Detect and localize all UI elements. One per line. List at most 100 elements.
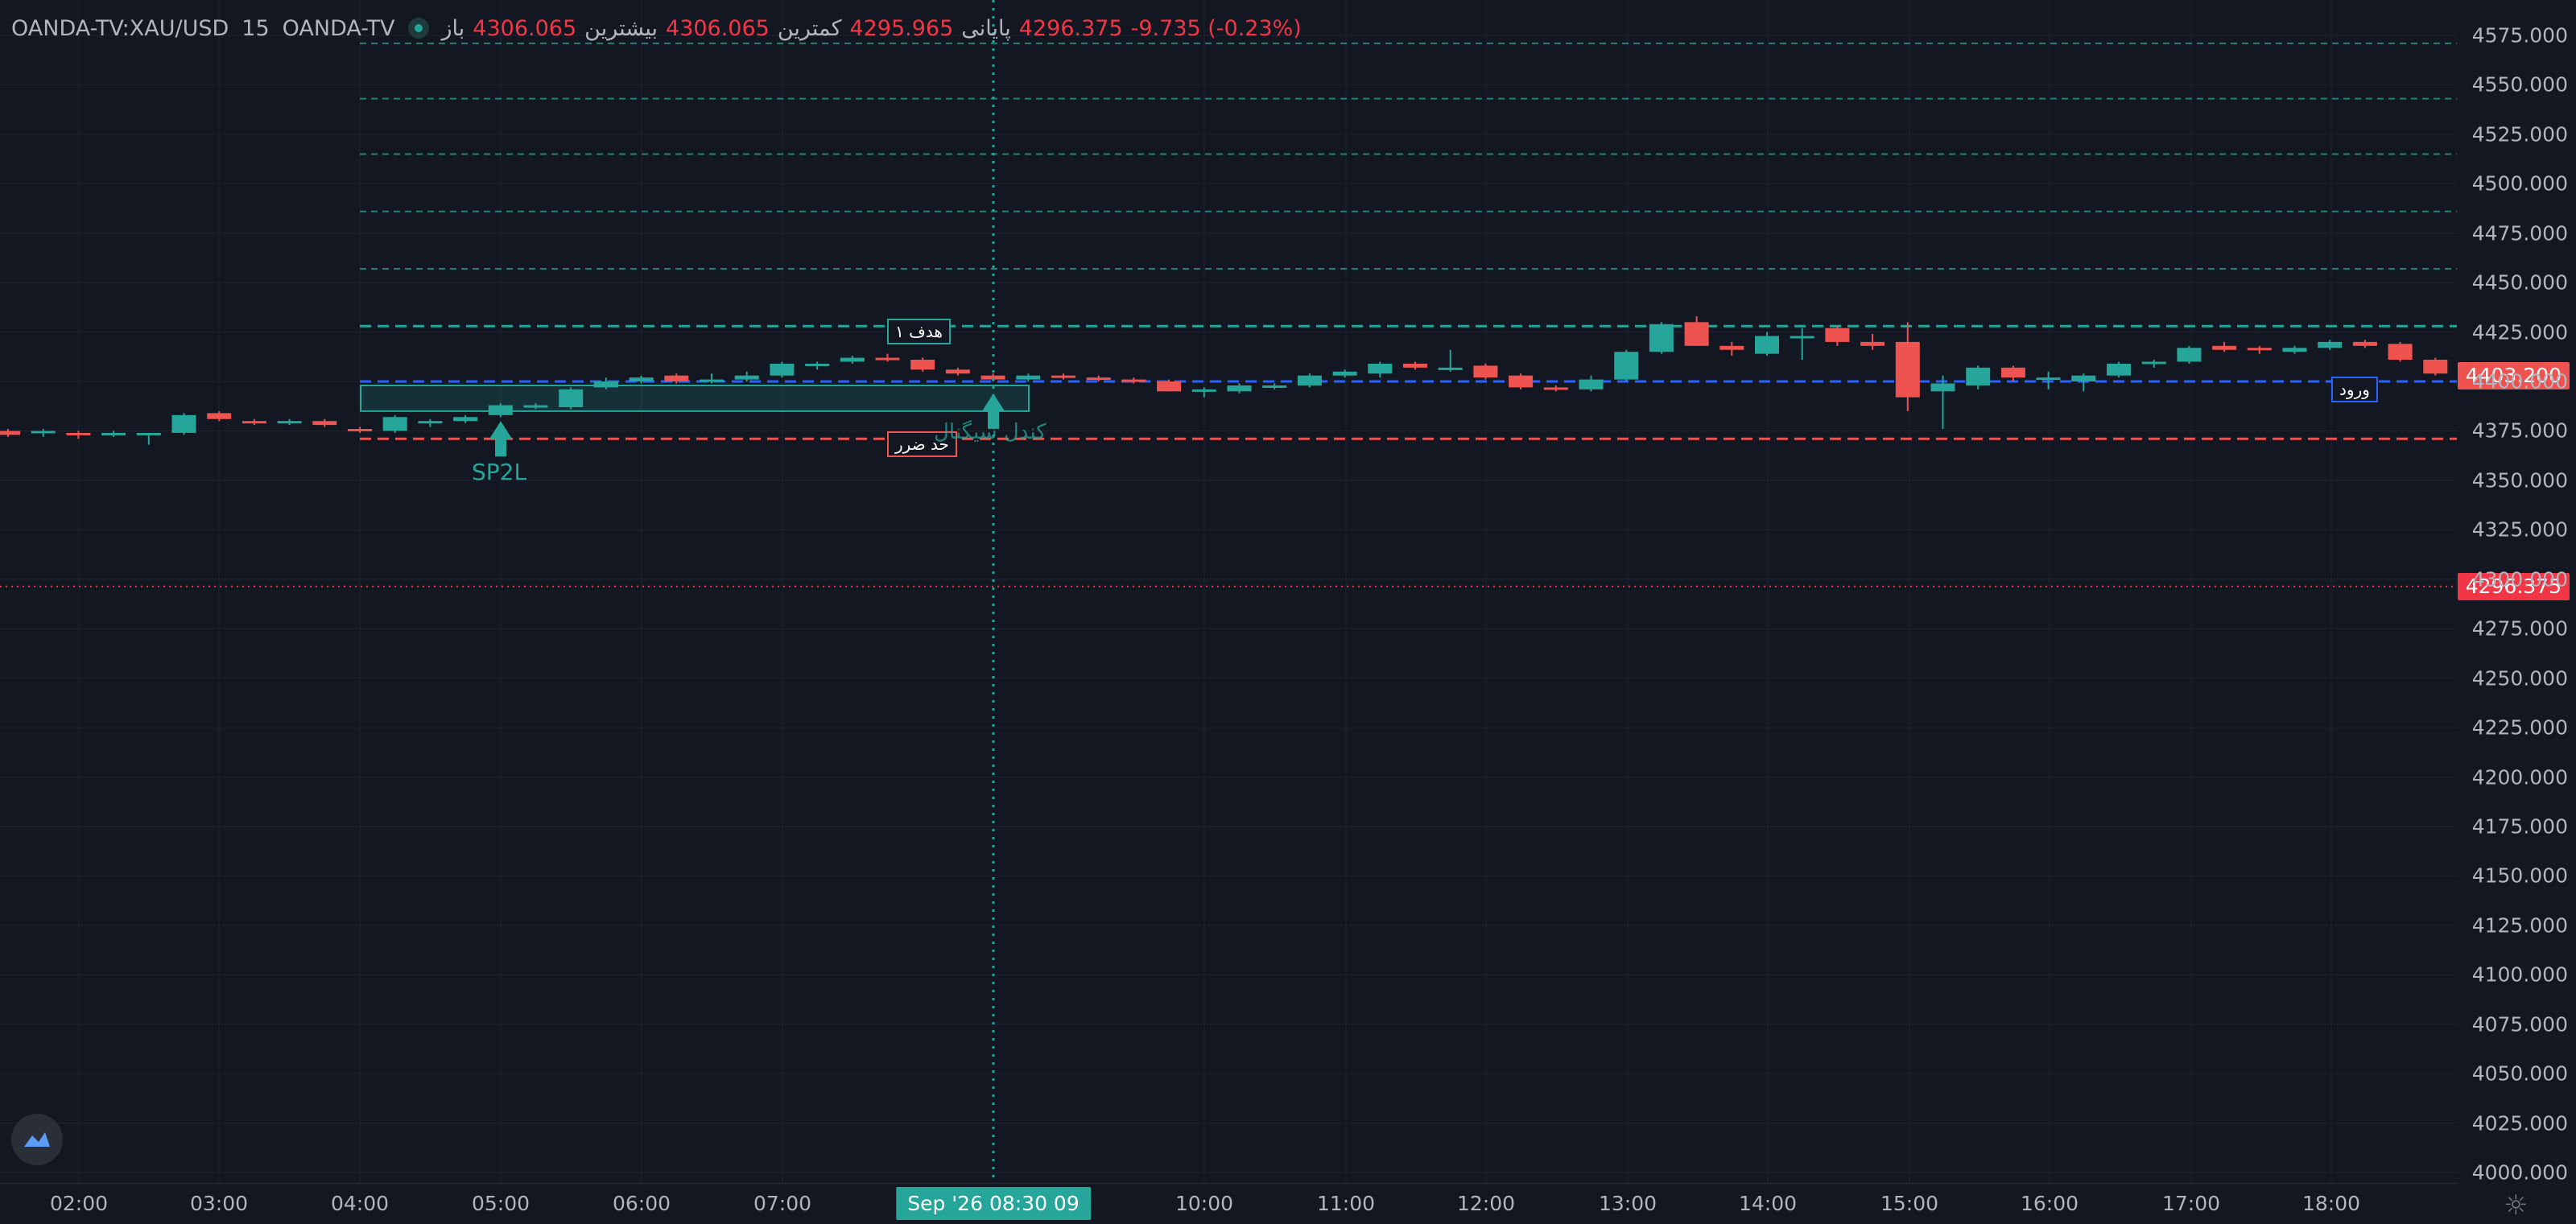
entry-label[interactable]: ورود [2331,377,2378,402]
candle-body [770,363,795,376]
time-tick-label: 10:00 [1174,1192,1234,1215]
price-tick-label: 4300.000 [2471,567,2568,591]
candle-body [910,360,935,370]
candle-body [1825,328,1850,342]
candle-body [1016,375,1041,380]
price-tick-label: 4350.000 [2471,468,2568,492]
candle-body [840,357,865,362]
time-tick-label: 17:00 [2161,1192,2221,1215]
price-tick-label: 4100.000 [2471,962,2568,987]
signal-zone-box [360,384,1030,412]
candle-body [2247,348,2272,351]
candle-body [418,421,443,424]
candle-body [171,414,196,433]
time-tick-label: 18:00 [2301,1192,2361,1215]
candle-body [1438,367,1463,370]
candle-body [1157,381,1182,392]
candle-body [593,381,618,388]
target1-label[interactable]: هدف ۱ [887,319,951,344]
price-tick-label: 4275.000 [2471,616,2568,641]
candle-body [1509,375,1534,388]
candle-body [136,432,161,435]
price-tick-label: 4325.000 [2471,517,2568,542]
candle-body [242,421,266,424]
candle-body [1860,341,1885,346]
candle-body [1790,336,1814,339]
price-tick-label: 4450.000 [2471,270,2568,295]
candle-body [1191,389,1216,392]
candle-body [1403,363,1427,368]
price-tick-label: 4175.000 [2471,814,2568,839]
candle-body [2107,363,2131,376]
candle-body [2318,341,2343,348]
price-tick-label: 4375.000 [2471,418,2568,443]
candle-body [207,413,232,419]
time-tick-label: 03:00 [189,1192,249,1215]
candle-body [945,369,970,374]
candle-body [0,431,20,435]
high-value: 4306.065 [666,15,770,41]
price-tick-label: 4250.000 [2471,666,2568,690]
exchange-name: OANDA-TV [282,15,395,41]
candle-body [1543,387,1568,390]
symbol-name[interactable]: OANDA-TV:XAU/USD [11,16,229,41]
price-tick-label: 4525.000 [2471,122,2568,146]
high-label: بیشترین [584,15,658,41]
price-tick-label: 4075.000 [2471,1012,2568,1036]
candle-body [101,432,126,435]
price-tick-label: 4125.000 [2471,913,2568,938]
trade-levels [0,42,2457,587]
price-axis[interactable]: 4403.200 4296.375 4575.000 4550.000 4525.0… [2457,0,2576,1185]
time-tick-label: 07:00 [753,1192,812,1215]
candle-body [312,421,337,426]
candle-body [2141,361,2166,365]
candle-body [348,429,372,432]
ohlc-values: باز 4306.065 بیشترین 4306.065 کمترین 429… [442,16,1302,41]
crosshair-time-tag: Sep '26 08:30 09 [896,1187,1091,1220]
candle-body [2282,348,2307,352]
tradingview-logo-icon[interactable] [11,1114,63,1165]
chart-grid [0,0,2457,1183]
candle-body [2423,360,2448,374]
candle-body [2388,344,2413,361]
candle-body [664,375,689,382]
candle-body [488,405,513,415]
settings-gear-icon[interactable]: ☼ [2504,1189,2528,1222]
candle-body [2036,377,2061,381]
candle-body [2212,345,2237,350]
price-tick-label: 4400.000 [2471,369,2568,394]
candle-body [1121,379,1146,382]
signal-zone[interactable] [360,384,1030,412]
price-tick-label: 4225.000 [2471,715,2568,740]
candle-body [2352,341,2377,346]
price-tick-label: 4000.000 [2471,1160,2568,1185]
change-value: -9.735 (-0.23%) [1130,15,1302,41]
candle-body [1086,377,1111,381]
close-label: پایانی [961,15,1011,41]
candle-body [382,417,407,431]
candle-body [1649,324,1674,352]
candle-body [1614,352,1639,380]
candle-body [2000,367,2025,378]
candle-body [1227,385,1252,392]
market-status-icon[interactable] [407,18,429,39]
candle-body [523,405,548,408]
candle-body [700,379,724,382]
price-tick-label: 4025.000 [2471,1111,2568,1135]
chart-plot-area[interactable] [0,0,2457,1183]
price-tick-label: 4050.000 [2471,1061,2568,1086]
time-tick-label: 02:00 [49,1192,109,1215]
interval[interactable]: 15 [242,16,269,41]
time-axis[interactable]: Sep '26 08:30 09 02:00 03:00 04:00 05:00 06:… [0,1183,2457,1224]
candle-body [2071,375,2096,382]
candle-body [1719,345,1744,350]
candle-body [66,432,91,435]
price-tick-label: 4200.000 [2471,765,2568,789]
candle-body [2177,348,2202,362]
time-tick-label: 14:00 [1738,1192,1798,1215]
candle-body [1368,363,1393,374]
low-label: کمترین [777,15,842,41]
price-tick-label: 4550.000 [2471,72,2568,97]
candle-body [875,357,900,361]
candle-body [31,431,56,434]
